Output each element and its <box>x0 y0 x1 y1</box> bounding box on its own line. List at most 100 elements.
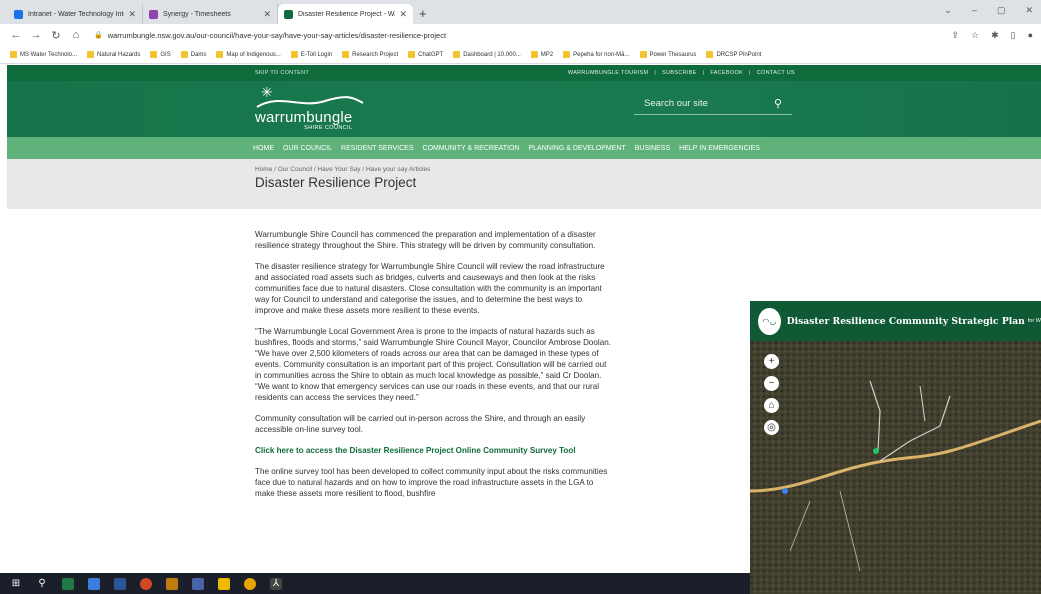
map-marker-green[interactable] <box>873 448 879 454</box>
search-placeholder: Search our site <box>644 98 708 109</box>
bookmark-label: E-Toll Login <box>300 51 333 58</box>
article-paragraph: Community consultation will be carried o… <box>255 414 586 434</box>
bookmark-item[interactable]: Pepeha for non-Mā... <box>563 51 630 58</box>
skip-to-content-link[interactable]: SKIP TO CONTENT <box>255 70 309 76</box>
bookmark-item[interactable]: Dashboard | 10.000... <box>453 51 521 58</box>
nav-item[interactable]: COMMUNITY & RECREATION <box>423 145 520 152</box>
bookmark-folder-icon <box>180 51 188 58</box>
profile-icon[interactable]: ● <box>1028 30 1033 41</box>
bookmark-label: ChatGPT <box>418 51 444 58</box>
zoom-in-button[interactable]: + <box>764 354 779 369</box>
share-icon[interactable]: ⇪ <box>951 30 959 41</box>
excel-icon[interactable] <box>62 577 74 590</box>
back-arrow-icon[interactable]: ← <box>8 29 24 41</box>
breadcrumb-have-your-say[interactable]: Have Your Say <box>318 166 361 173</box>
bookmark-item[interactable]: ChatGPT <box>408 51 443 58</box>
bookmark-folder-icon <box>530 51 538 58</box>
bookmark-item[interactable]: Dams <box>180 51 207 58</box>
breadcrumb-articles[interactable]: Have your say Articles <box>366 166 430 173</box>
satellite-map[interactable] <box>750 341 1041 594</box>
chrome-icon[interactable] <box>244 577 256 590</box>
teams-icon[interactable] <box>192 577 204 590</box>
star-icon[interactable]: ☆ <box>971 30 979 41</box>
tab-title: Intranet - Water Technology Inte <box>28 10 125 18</box>
bookmark-folder-icon <box>290 51 298 58</box>
bookmark-item[interactable]: Natural Hazards <box>87 51 140 58</box>
tourism-link[interactable]: WARRUMBUNGLE TOURISM <box>568 70 648 76</box>
extensions-icon[interactable]: ✱ <box>991 30 999 41</box>
browser-tab-disaster-resilience[interactable]: Disaster Resilience Project - Wa ✕ <box>278 4 413 24</box>
close-tab-icon[interactable]: ✕ <box>263 9 271 20</box>
facebook-link[interactable]: FACEBOOK <box>710 70 743 76</box>
breadcrumb-our-council[interactable]: Our Council <box>278 166 312 173</box>
search-icon[interactable]: ⚲ <box>36 578 48 590</box>
reload-icon[interactable]: ↻ <box>48 29 64 42</box>
new-tab-button[interactable]: + <box>419 6 427 21</box>
restore-icon[interactable]: ▢ <box>997 5 1006 16</box>
bookmark-item[interactable]: E-Toll Login <box>290 51 333 58</box>
bookmark-folder-icon <box>10 51 17 58</box>
windows-start-icon[interactable]: ⊞ <box>10 578 22 590</box>
breadcrumb-home[interactable]: Home <box>255 166 272 173</box>
word-icon[interactable] <box>114 577 126 590</box>
powerpoint-icon[interactable] <box>140 577 152 590</box>
locate-button[interactable]: ◎ <box>764 420 779 435</box>
subscribe-link[interactable]: SUBSCRIBE <box>662 70 697 76</box>
bookmark-item[interactable]: Map of Indigenous... <box>216 51 281 58</box>
close-tab-icon[interactable]: ✕ <box>399 9 407 20</box>
bookmark-item[interactable]: MS Water Technolo... <box>10 51 77 58</box>
bookmark-folder-icon <box>87 51 95 58</box>
synergy-favicon-icon <box>149 9 158 19</box>
browser-tab-intranet[interactable]: Intranet - Water Technology Inte ✕ <box>8 4 143 24</box>
nav-item[interactable]: PLANNING & DEVELOPMENT <box>528 145 625 152</box>
bookmark-label: Dams <box>190 51 207 58</box>
bookmark-label: GIS <box>160 51 171 58</box>
bookmark-item[interactable]: Power Thesaurus <box>639 51 696 58</box>
map-title: Disaster Resilience Community Strategic … <box>786 315 1025 327</box>
minimize-icon[interactable]: – <box>972 5 977 16</box>
bookmark-label: Research Project <box>352 51 399 58</box>
close-tab-icon[interactable]: ✕ <box>128 9 136 20</box>
map-header: ◠◡ Disaster Resilience Community Strateg… <box>750 301 1041 341</box>
bookmark-item[interactable]: MP2 <box>530 51 554 58</box>
map-home-button[interactable]: ⌂ <box>764 398 779 413</box>
url-field[interactable]: 🔒 warrumbungle.nsw.gov.au/our-council/ha… <box>94 31 951 40</box>
acrobat-icon[interactable]: ⅄ <box>270 577 282 590</box>
bookmark-folder-icon <box>150 51 158 58</box>
close-window-icon[interactable]: ✕ <box>1025 5 1033 16</box>
home-icon[interactable]: ⌂ <box>68 29 84 41</box>
bookmark-label: DRCSP PinPoint <box>716 51 762 58</box>
app-icon[interactable] <box>88 577 100 590</box>
search-input[interactable]: Search our site ⚲ <box>634 93 792 115</box>
browser-tab-synergy[interactable]: Synergy - Timesheets ✕ <box>143 4 278 24</box>
nav-item[interactable]: HOME <box>253 145 274 152</box>
survey-tool-link[interactable]: Click here to access the Disaster Resili… <box>255 445 611 456</box>
sidepanel-icon[interactable]: ▯ <box>1011 30 1016 41</box>
page-header: Home / Our Council / Have Your Say / Hav… <box>7 159 1041 209</box>
zoom-out-button[interactable]: − <box>764 376 779 391</box>
map-marker-blue[interactable] <box>782 488 788 494</box>
bookmark-label: Dashboard | 10.000... <box>463 51 521 58</box>
council-favicon-icon <box>284 9 293 19</box>
nav-item[interactable]: RESIDENT SERVICES <box>341 145 414 152</box>
nav-item[interactable]: BUSINESS <box>635 145 670 152</box>
bookmark-item[interactable]: GIS <box>150 51 171 58</box>
utility-bar: SKIP TO CONTENT WARRUMBUNGLE TOURISM | SU… <box>7 65 1041 81</box>
file-explorer-icon[interactable] <box>218 577 230 590</box>
bookmark-folder-icon <box>706 51 714 58</box>
bookmark-label: MP2 <box>540 51 554 58</box>
bookmark-item[interactable]: DRCSP PinPoint <box>706 51 761 58</box>
nav-item[interactable]: OUR COUNCIL <box>283 145 332 152</box>
bookmark-folder-icon <box>342 51 350 58</box>
bookmark-item[interactable]: Research Project <box>342 51 398 58</box>
search-icon[interactable]: ⚲ <box>774 97 782 110</box>
nav-item[interactable]: HELP IN EMERGENCIES <box>679 145 760 152</box>
map-window[interactable]: ◠◡ Disaster Resilience Community Strateg… <box>750 301 1041 594</box>
article-paragraph: The disaster resilience strategy for War… <box>255 262 605 315</box>
chevron-down-icon[interactable]: ⌄ <box>944 5 952 16</box>
council-logo[interactable]: ✳ warrumbungle SHIRE COUNCIL <box>255 85 364 131</box>
main-nav: HOME OUR COUNCIL RESIDENT SERVICES COMMUNIT… <box>7 137 1041 159</box>
app-icon[interactable] <box>166 577 178 590</box>
forward-arrow-icon[interactable]: → <box>28 29 44 41</box>
contact-us-link[interactable]: CONTACT US <box>757 70 795 76</box>
